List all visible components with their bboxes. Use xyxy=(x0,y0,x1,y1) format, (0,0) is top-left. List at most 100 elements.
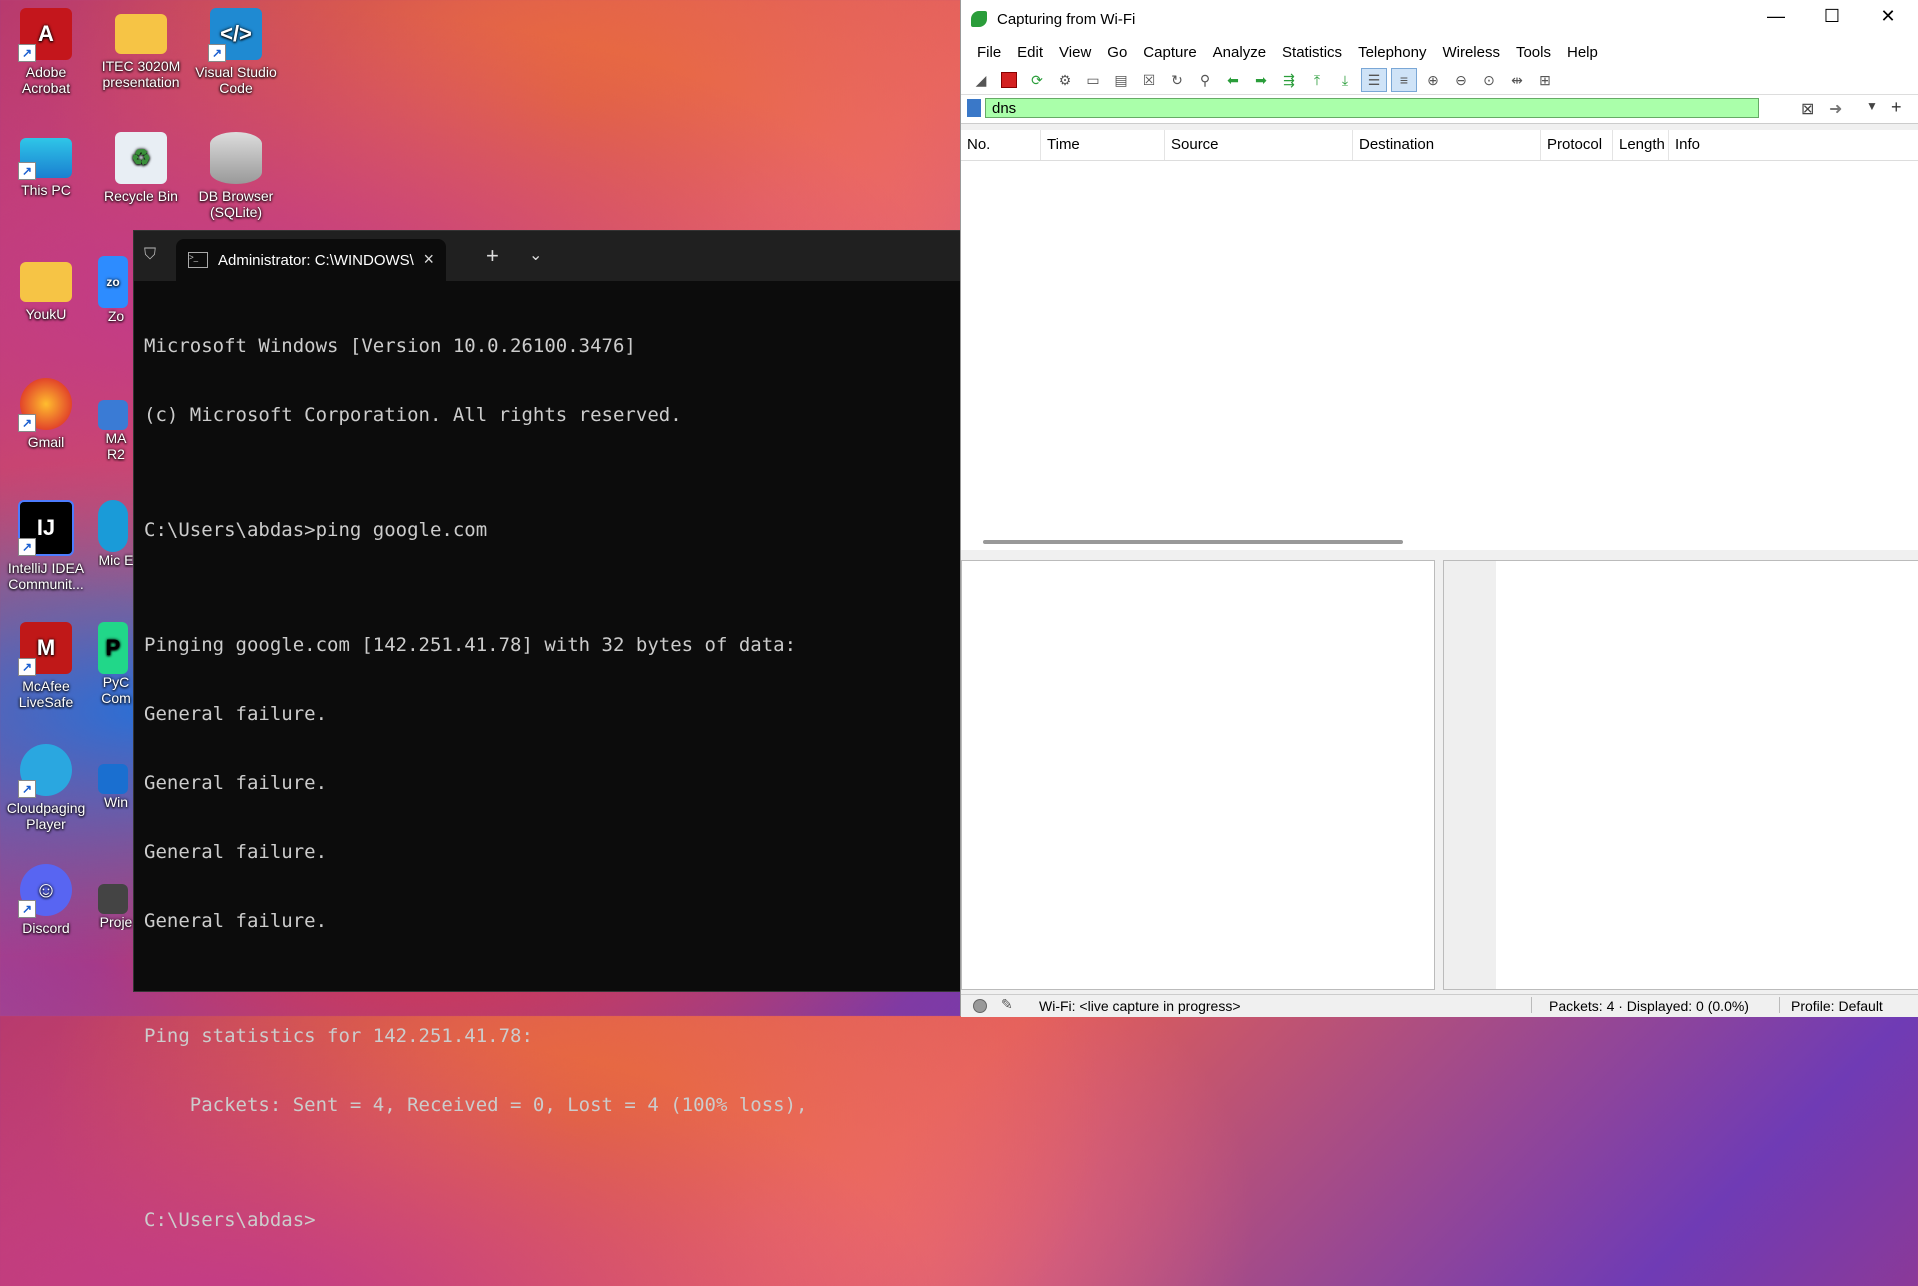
chevron-down-icon[interactable]: ▼ xyxy=(1866,99,1878,113)
open-file-icon[interactable]: ▭ xyxy=(1081,69,1105,91)
menu-capture[interactable]: Capture xyxy=(1135,44,1204,61)
desktop-icon-label: Recycle Bin xyxy=(104,188,178,204)
bytes-offset-gutter xyxy=(1444,561,1496,989)
capture-options-icon[interactable]: ⚙ xyxy=(1053,69,1077,91)
desktop-icon-label: PyC Com xyxy=(101,674,131,706)
desktop-icon-this-pc[interactable]: ↗ This PC xyxy=(3,132,89,198)
terminal-tab[interactable]: >_ Administrator: C:\WINDOWS\ × xyxy=(176,239,446,281)
expert-info-icon[interactable] xyxy=(973,999,987,1013)
desktop-icon-label: IntelliJ IDEA Communit... xyxy=(7,560,85,592)
go-forward-icon[interactable]: ➡ xyxy=(1249,69,1273,91)
minimize-button[interactable]: — xyxy=(1753,6,1799,32)
save-file-icon[interactable]: ▤ xyxy=(1109,69,1133,91)
desktop-icon-db-browser[interactable]: DB Browser (SQLite) xyxy=(193,132,279,220)
close-file-icon[interactable]: ☒ xyxy=(1137,69,1161,91)
desktop-icon-itec-presentation[interactable]: ITEC 3020M presentation xyxy=(98,8,184,90)
desktop-icon-label: ITEC 3020M presentation xyxy=(101,58,181,90)
zoom-out-icon[interactable]: ⊖ xyxy=(1449,69,1473,91)
shark-fin-start-icon[interactable]: ◢ xyxy=(969,69,993,91)
menu-help[interactable]: Help xyxy=(1559,44,1606,61)
menu-view[interactable]: View xyxy=(1051,44,1099,61)
shortcut-arrow-icon: ↗ xyxy=(208,44,226,62)
horizontal-scrollbar[interactable] xyxy=(983,540,1403,544)
autoscroll-icon[interactable]: ☰ xyxy=(1361,68,1387,92)
desktop-icon-discord[interactable]: ☺ ↗ Discord xyxy=(3,864,89,936)
desktop-icon-label: Adobe Acrobat xyxy=(21,64,71,96)
column-time[interactable]: Time xyxy=(1041,130,1165,160)
desktop-icon-cloudpaging[interactable]: ↗ Cloudpaging Player xyxy=(3,744,89,832)
packet-list[interactable]: No. Time Source Destination Protocol Len… xyxy=(961,130,1918,550)
desktop-icon-youku[interactable]: YoukU xyxy=(3,256,89,322)
go-back-icon[interactable]: ⬅ xyxy=(1221,69,1245,91)
desktop-icon-adobe-acrobat[interactable]: A ↗ Adobe Acrobat xyxy=(3,8,89,96)
menu-wireless[interactable]: Wireless xyxy=(1434,44,1508,61)
column-info[interactable]: Info xyxy=(1669,130,1918,160)
profile-status[interactable]: Profile: Default xyxy=(1791,998,1883,1014)
resize-columns-icon[interactable]: ⇹ xyxy=(1505,69,1529,91)
desktop-icon-project[interactable]: Proje xyxy=(98,884,134,930)
colorize-icon[interactable]: ≡ xyxy=(1391,68,1417,92)
desktop-icon-intellij[interactable]: IJ ↗ IntelliJ IDEA Communit... xyxy=(3,500,89,592)
desktop-icon-mcafee[interactable]: M ↗ McAfee LiveSafe xyxy=(3,622,89,710)
pane-splitter[interactable] xyxy=(961,550,1918,560)
close-button[interactable]: ✕ xyxy=(1865,6,1911,32)
apply-filter-icon[interactable]: ➜ xyxy=(1829,99,1842,119)
new-tab-button[interactable]: + xyxy=(486,243,499,269)
layout-icon[interactable]: ⊞ xyxy=(1533,69,1557,91)
desktop-icon-label: Proje xyxy=(99,914,133,930)
desktop-icon-zoom[interactable]: zo Zo xyxy=(98,256,134,324)
menu-go[interactable]: Go xyxy=(1099,44,1135,61)
column-source[interactable]: Source xyxy=(1165,130,1353,160)
comment-icon[interactable]: ✎ xyxy=(1001,996,1013,1013)
go-to-packet-icon[interactable]: ⇶ xyxy=(1277,69,1301,91)
desktop-icon-pycharm[interactable]: P PyC Com xyxy=(98,622,134,706)
desktop-icon-gmail[interactable]: ↗ Gmail xyxy=(3,378,89,450)
add-filter-button[interactable]: + xyxy=(1891,97,1902,118)
packet-details-pane[interactable] xyxy=(961,560,1435,990)
desktop-icon-windows[interactable]: Win xyxy=(98,764,134,810)
column-destination[interactable]: Destination xyxy=(1353,130,1541,160)
clear-filter-icon[interactable]: ⊠ xyxy=(1801,99,1814,119)
desktop-icon-recycle-bin[interactable]: ♻ Recycle Bin xyxy=(98,132,184,204)
desktop-icon-label: Win xyxy=(103,794,129,810)
reload-file-icon[interactable]: ↻ xyxy=(1165,69,1189,91)
stop-capture-icon[interactable] xyxy=(997,69,1021,91)
shortcut-arrow-icon: ↗ xyxy=(18,414,36,432)
close-icon[interactable]: × xyxy=(423,249,434,270)
restart-capture-icon[interactable]: ⟳ xyxy=(1025,69,1049,91)
desktop-icon-label: Cloudpaging Player xyxy=(6,800,86,832)
menu-tools[interactable]: Tools xyxy=(1508,44,1559,61)
zoom-in-icon[interactable]: ⊕ xyxy=(1421,69,1445,91)
last-packet-icon[interactable]: ⤓ xyxy=(1333,69,1357,91)
packet-list-header: No. Time Source Destination Protocol Len… xyxy=(961,130,1918,161)
desktop-icon-ma-r2[interactable]: MA R2 xyxy=(98,400,134,462)
desktop-icon-edge[interactable]: Mic E xyxy=(98,500,134,568)
status-bar: ✎ Wi-Fi: <live capture in progress> Pack… xyxy=(961,994,1918,1017)
menu-edit[interactable]: Edit xyxy=(1009,44,1051,61)
zoom-reset-icon[interactable]: ⊙ xyxy=(1477,69,1501,91)
menu-statistics[interactable]: Statistics xyxy=(1274,44,1350,61)
menu-analyze[interactable]: Analyze xyxy=(1205,44,1274,61)
bookmark-icon[interactable] xyxy=(967,99,981,117)
column-length[interactable]: Length xyxy=(1613,130,1669,160)
display-filter-input[interactable]: dns xyxy=(985,98,1759,118)
terminal-output[interactable]: Microsoft Windows [Version 10.0.26100.34… xyxy=(134,281,960,1286)
desktop-icon-vscode[interactable]: </> ↗ Visual Studio Code xyxy=(193,8,279,96)
menu-telephony[interactable]: Telephony xyxy=(1350,44,1434,61)
first-packet-icon[interactable]: ⤒ xyxy=(1305,69,1329,91)
title-bar: Capturing from Wi-Fi — ☐ ✕ xyxy=(961,0,1918,38)
chevron-down-icon[interactable]: ⌄ xyxy=(529,245,542,265)
terminal-line: General failure. xyxy=(144,910,328,932)
column-protocol[interactable]: Protocol xyxy=(1541,130,1613,160)
packet-bytes-pane[interactable] xyxy=(1443,560,1918,990)
maximize-button[interactable]: ☐ xyxy=(1809,6,1855,32)
find-packet-icon[interactable]: ⚲ xyxy=(1193,69,1217,91)
column-no[interactable]: No. xyxy=(961,130,1041,160)
desktop-icon-label: McAfee LiveSafe xyxy=(18,678,74,710)
shield-icon: ⛉ xyxy=(144,246,157,263)
menu-file[interactable]: File xyxy=(969,44,1009,61)
desktop-icon-label: Visual Studio Code xyxy=(195,64,277,96)
terminal-prompt[interactable]: C:\Users\abdas> xyxy=(144,1209,950,1232)
edge-icon xyxy=(98,500,128,552)
terminal-window[interactable]: ⛉ >_ Administrator: C:\WINDOWS\ × + ⌄ Mi… xyxy=(133,230,961,1231)
